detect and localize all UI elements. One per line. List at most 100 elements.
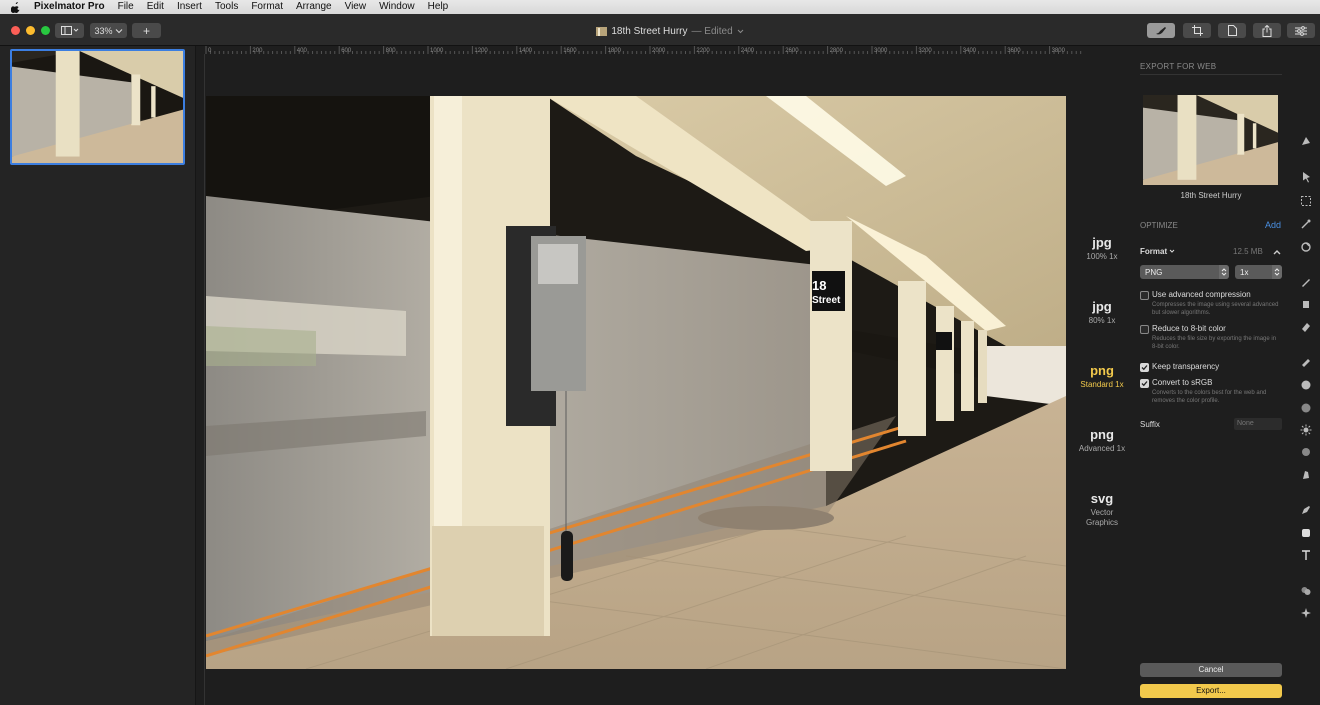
select-tool[interactable]	[1299, 194, 1313, 208]
adjustments-button[interactable]	[1287, 23, 1315, 38]
zoom-level-button[interactable]: 33%	[90, 23, 127, 38]
smudge-tool[interactable]	[1299, 468, 1313, 482]
option-label: Convert to sRGB	[1152, 378, 1213, 387]
ruler-label: 3200	[918, 48, 932, 54]
shape-tool[interactable]	[1299, 526, 1313, 540]
subway-photo: 18 Street	[206, 96, 1066, 669]
sharpen-tool[interactable]	[1299, 401, 1313, 415]
ruler-label: 1000	[430, 48, 444, 54]
menu-bar: Pixelmator Pro File Edit Insert Tools Fo…	[0, 0, 1320, 14]
stepper-arrows-icon	[1272, 265, 1282, 279]
stamp-icon	[1301, 380, 1311, 390]
format-name: jpg	[1092, 235, 1112, 250]
format-select[interactable]: PNG	[1140, 265, 1229, 279]
menu-window[interactable]: Window	[379, 0, 415, 14]
format-option-jpg-100[interactable]: jpg 100% 1x	[1070, 235, 1134, 262]
menu-help[interactable]: Help	[428, 0, 449, 14]
ruler-label: 2400	[741, 48, 755, 54]
suffix-input[interactable]	[1234, 418, 1282, 430]
document-title[interactable]: 18th Street Hurry — Edited	[560, 24, 780, 38]
zoom-window-button[interactable]	[41, 26, 50, 35]
format-option-jpg-80[interactable]: jpg 80% 1x	[1070, 299, 1134, 326]
clone-tool[interactable]	[1299, 378, 1313, 392]
zoom-level: 33%	[94, 25, 113, 36]
scale-select[interactable]: 1x	[1235, 265, 1282, 279]
lighten-tool[interactable]	[1299, 423, 1313, 437]
share-button[interactable]	[1253, 23, 1281, 38]
format-option-svg[interactable]: svg Vector Graphics	[1070, 491, 1134, 528]
pen-nib-icon	[1302, 506, 1310, 514]
sparkle-icon	[1301, 608, 1311, 618]
apple-icon[interactable]	[10, 1, 20, 13]
style-tool[interactable]	[1299, 134, 1313, 148]
finger-icon	[1303, 471, 1309, 479]
checkbox-checked[interactable]	[1140, 379, 1149, 388]
menu-insert[interactable]: Insert	[177, 0, 202, 14]
arrange-tool[interactable]	[1299, 170, 1313, 184]
add-format-link[interactable]: Add	[1265, 220, 1281, 230]
menu-arrange[interactable]: Arrange	[296, 0, 332, 14]
sidebar-icon	[60, 26, 78, 35]
add-button[interactable]: +	[132, 23, 161, 38]
tools-mode-button[interactable]	[1147, 23, 1175, 38]
ruler-label: 3400	[963, 48, 977, 54]
ruler-label: 800	[386, 48, 397, 54]
chevron-down-icon	[115, 28, 122, 33]
format-option-png-standard[interactable]: png Standard 1x	[1070, 363, 1134, 390]
erase-tool[interactable]	[1299, 320, 1313, 334]
format-dropdown-label[interactable]: Format	[1140, 247, 1175, 256]
format-label-text: Format	[1140, 247, 1168, 256]
plus-icon: +	[142, 23, 150, 38]
menu-edit[interactable]: Edit	[147, 0, 164, 14]
burn-tool[interactable]	[1299, 445, 1313, 459]
ruler-label: 1600	[563, 48, 577, 54]
chevron-down-icon	[1170, 249, 1175, 253]
pen-tool[interactable]	[1299, 503, 1313, 517]
export-image-name: 18th Street Hurry	[1180, 191, 1242, 200]
export-button[interactable]: Export...	[1140, 684, 1282, 698]
menu-tools[interactable]: Tools	[215, 0, 238, 14]
menu-app-name[interactable]: Pixelmator Pro	[34, 0, 105, 14]
traffic-lights	[11, 26, 50, 35]
document-icon	[1227, 25, 1237, 36]
quick-select-tool[interactable]	[1299, 217, 1313, 231]
type-tool[interactable]	[1299, 548, 1313, 562]
ruler-vertical	[196, 54, 205, 705]
sidebar-toggle-button[interactable]	[55, 23, 84, 38]
collapse-icon[interactable]	[1272, 247, 1282, 257]
pointer-icon	[1303, 172, 1310, 183]
color-adjust-tool[interactable]	[1299, 240, 1313, 254]
checkbox[interactable]	[1140, 291, 1149, 300]
format-name: png	[1090, 427, 1114, 442]
color-picker-icon	[1301, 242, 1311, 252]
option-description: Reduces the file size by exporting the i…	[1152, 336, 1277, 350]
ruler-label: 3800	[1052, 48, 1066, 54]
stepper-arrows-icon	[1219, 265, 1229, 279]
format-select-value: PNG	[1145, 267, 1163, 277]
format-detail: Standard 1x	[1080, 380, 1124, 389]
close-window-button[interactable]	[11, 26, 20, 35]
brush-icon	[1156, 26, 1166, 34]
menu-format[interactable]: Format	[251, 0, 283, 14]
image-canvas[interactable]: 18 Street	[206, 96, 1066, 669]
format-button[interactable]	[1218, 23, 1246, 38]
fill-tool[interactable]	[1299, 297, 1313, 311]
layer-thumbnail[interactable]	[10, 49, 185, 165]
menu-view[interactable]: View	[345, 0, 367, 14]
cancel-button[interactable]: Cancel	[1140, 663, 1282, 677]
paint-tool[interactable]	[1299, 275, 1313, 289]
format-name: jpg	[1092, 299, 1112, 314]
export-preview-image	[1143, 95, 1278, 185]
street-sign-text: Street	[812, 295, 841, 306]
color-adjustments-tool[interactable]	[1299, 584, 1313, 598]
tools-strip	[1292, 56, 1320, 705]
menu-file[interactable]: File	[118, 0, 134, 14]
retouch-tool[interactable]	[1299, 356, 1313, 370]
minimize-window-button[interactable]	[26, 26, 35, 35]
checkbox[interactable]	[1140, 325, 1149, 334]
checkbox-checked[interactable]	[1140, 363, 1149, 372]
crop-button[interactable]	[1183, 23, 1211, 38]
marquee-icon	[1301, 196, 1311, 206]
effects-tool[interactable]	[1299, 606, 1313, 620]
format-option-png-advanced[interactable]: png Advanced 1x	[1070, 427, 1134, 454]
